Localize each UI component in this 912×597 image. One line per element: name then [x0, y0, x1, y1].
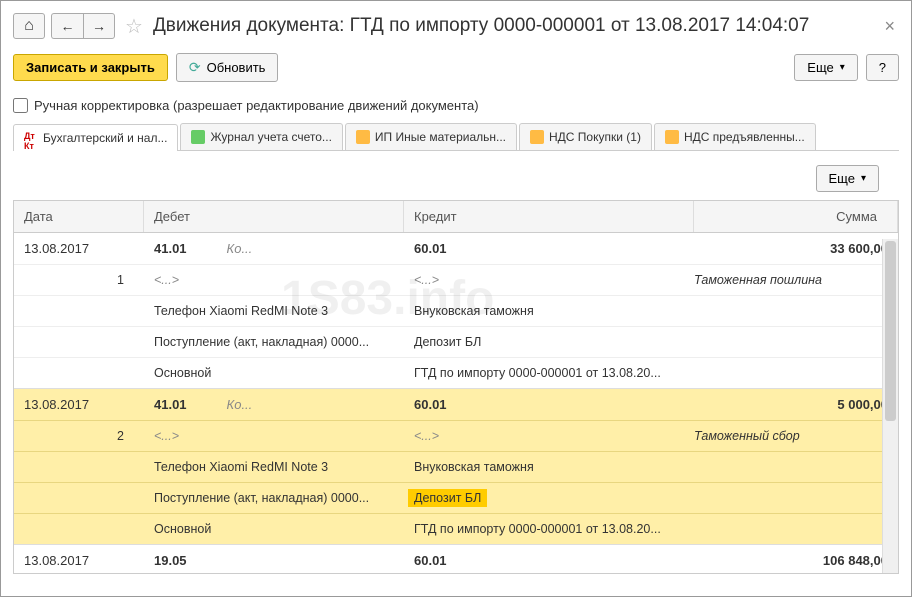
register-icon — [530, 130, 544, 144]
tab-accounting[interactable]: ДтКт Бухгалтерский и нал... — [13, 124, 178, 151]
scroll-thumb[interactable] — [885, 241, 896, 421]
document-movements-window: 1S83.info ⌂ ← → ☆ Движения документа: ГТ… — [0, 0, 912, 597]
window-title: Движения документа: ГТД по импорту 0000-… — [153, 15, 875, 37]
tab-journal[interactable]: Журнал учета счето... — [180, 123, 342, 150]
selected-cell[interactable]: Депозит БЛ — [408, 489, 487, 507]
close-button[interactable]: × — [880, 16, 899, 37]
more-button[interactable]: Еще — [794, 54, 857, 81]
header-date[interactable]: Дата — [14, 201, 144, 232]
header-debit[interactable]: Дебет — [144, 201, 404, 232]
forward-button[interactable]: → — [83, 13, 115, 39]
save-close-button[interactable]: Записать и закрыть — [13, 54, 168, 81]
table-icon — [191, 130, 205, 144]
help-button[interactable]: ? — [866, 54, 899, 81]
entries-table: Дата Дебет Кредит Сумма 13.08.2017 41.01… — [13, 200, 899, 574]
home-button[interactable]: ⌂ — [13, 13, 45, 39]
table-row[interactable]: 13.08.2017 41.01Ко... 60.01 5 000,00 2 <… — [14, 389, 898, 545]
header-sum[interactable]: Сумма — [694, 201, 898, 232]
manual-correction-row: Ручная корректировка (разрешает редактир… — [13, 94, 899, 123]
titlebar: ⌂ ← → ☆ Движения документа: ГТД по импор… — [13, 9, 899, 49]
nav-group: ← → — [51, 13, 115, 39]
main-toolbar: Записать и закрыть Обновить Еще ? — [13, 49, 899, 94]
table-body: 13.08.2017 41.01Ко... 60.01 33 600,00 1 … — [14, 233, 898, 573]
refresh-button[interactable]: Обновить — [176, 53, 279, 82]
tabs: ДтКт Бухгалтерский и нал... Журнал учета… — [13, 123, 899, 151]
tab-ip-other[interactable]: ИП Иные материальн... — [345, 123, 517, 150]
manual-correction-checkbox[interactable] — [13, 98, 28, 113]
table-row[interactable]: 13.08.2017 19.05 60.01 106 848,00 — [14, 545, 898, 573]
tab-vat-purchases[interactable]: НДС Покупки (1) — [519, 123, 652, 150]
dt-kt-icon: ДтКт — [24, 131, 38, 145]
register-icon — [356, 130, 370, 144]
header-credit[interactable]: Кредит — [404, 201, 694, 232]
vertical-scrollbar[interactable] — [882, 239, 898, 573]
manual-correction-label: Ручная корректировка (разрешает редактир… — [34, 98, 479, 113]
back-button[interactable]: ← — [51, 13, 83, 39]
content-toolbar: Еще — [13, 161, 899, 200]
favorite-star-icon[interactable]: ☆ — [125, 14, 143, 39]
table-row[interactable]: 13.08.2017 41.01Ко... 60.01 33 600,00 1 … — [14, 233, 898, 389]
content-more-button[interactable]: Еще — [816, 165, 879, 192]
tab-content: Еще Дата Дебет Кредит Сумма 13.08.2017 4… — [13, 151, 899, 584]
table-header: Дата Дебет Кредит Сумма — [14, 201, 898, 233]
register-icon — [665, 130, 679, 144]
tab-vat-presented[interactable]: НДС предъявленны... — [654, 123, 816, 150]
